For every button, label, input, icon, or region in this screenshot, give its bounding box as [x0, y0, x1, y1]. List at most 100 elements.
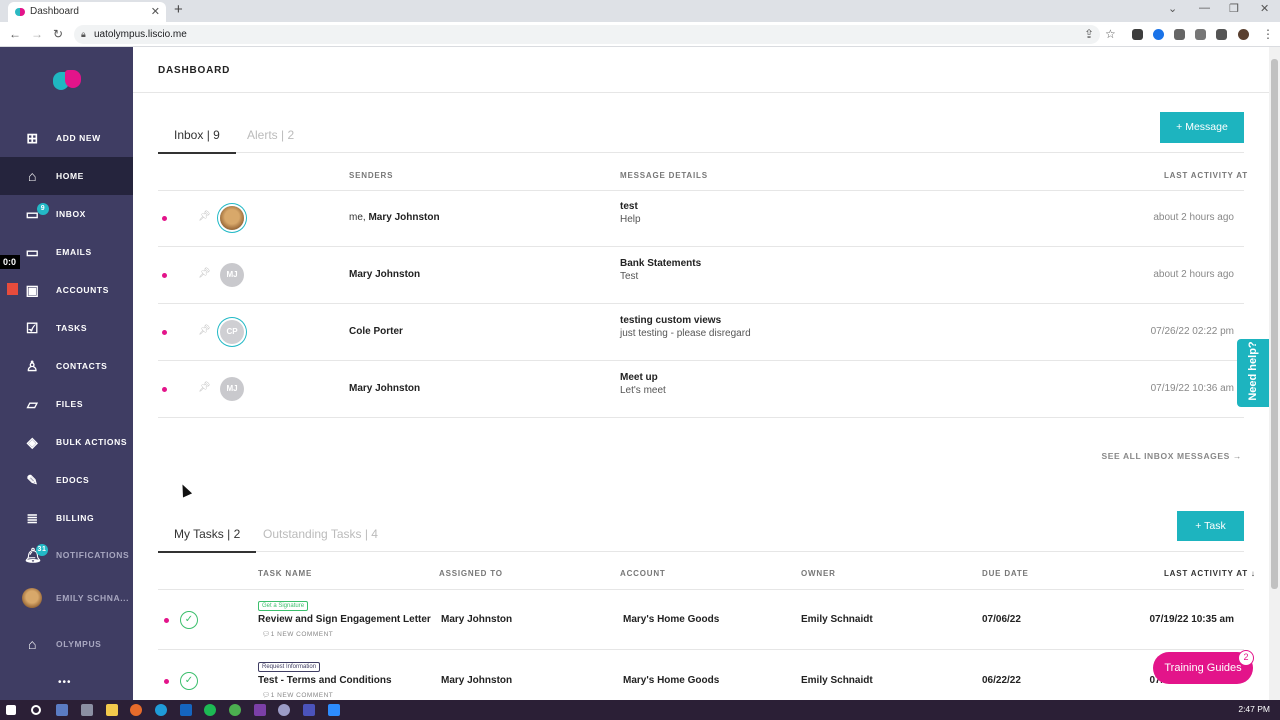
sidebar-item-label: NOTIFICATIONS [56, 550, 130, 560]
sidebar-item-contacts[interactable]: ♙ CONTACTS [0, 347, 133, 385]
new-message-button[interactable]: + Message [1160, 112, 1244, 143]
complete-check-icon[interactable]: ✓ [180, 672, 198, 690]
share-icon[interactable]: ⇪ [1084, 27, 1094, 41]
sidebar-item-label: EMILY SCHNA... [56, 593, 130, 603]
chevron-down-icon[interactable]: ⌄ [1168, 2, 1177, 15]
teams-icon[interactable] [303, 704, 315, 716]
file-explorer-icon[interactable] [106, 704, 118, 716]
sidebar-item-bulk-actions[interactable]: ◈ BULK ACTIONS [0, 423, 133, 461]
column-header-owner: OWNER [801, 569, 836, 578]
message-subject: testing custom views [620, 315, 722, 326]
message-subject: test [620, 201, 638, 212]
tab-outstanding-tasks[interactable]: Outstanding Tasks | 4 [263, 516, 378, 552]
chrome-icon[interactable] [229, 704, 241, 716]
spotify-icon[interactable] [204, 704, 216, 716]
recording-timer: 0:0 [0, 255, 20, 269]
plus-square-icon: ⊞ [26, 130, 39, 146]
column-header-account: ACCOUNT [620, 569, 666, 578]
need-help-button[interactable]: Need help? [1237, 339, 1269, 407]
last-activity: 07/19/22 10:36 am [1150, 383, 1234, 394]
forward-icon[interactable]: → [31, 27, 43, 41]
bookmark-star-icon[interactable]: ☆ [1105, 27, 1116, 41]
sidebar-item-files[interactable]: ▱ FILES [0, 385, 133, 423]
back-icon[interactable]: ← [9, 27, 21, 41]
scrollbar-thumb[interactable] [1271, 59, 1278, 589]
sidebar-item-add-new[interactable]: ⊞ ADD NEW [0, 119, 133, 157]
lock-icon: 🔒︎ [81, 29, 86, 39]
assigned-to: Mary Johnston [441, 675, 513, 686]
profile-avatar[interactable] [1238, 29, 1249, 40]
minimize-icon[interactable]: — [1199, 2, 1210, 14]
message-preview: just testing - please disregard [620, 328, 751, 339]
browser-tab[interactable]: Dashboard ✕ [8, 2, 166, 22]
close-tab-icon[interactable]: ✕ [151, 2, 160, 22]
liscio-logo[interactable] [53, 70, 83, 90]
sidebar-item-label: ACCOUNTS [56, 285, 109, 295]
pin-icon[interactable]: 📌︎ [198, 268, 211, 279]
sidebar-item-label: FILES [56, 399, 84, 409]
pin-icon[interactable]: 📌︎ [198, 211, 211, 222]
reload-icon[interactable]: ↻ [53, 27, 63, 41]
onenote-icon[interactable] [254, 704, 266, 716]
url-field[interactable]: 🔒︎ uatolympus.liscio.me [74, 25, 1100, 44]
column-header-last-activity-sorted[interactable]: LAST ACTIVITY AT ↓ [1164, 569, 1256, 578]
sidebar-item-label: EMAILS [56, 247, 92, 257]
page-scrollbar[interactable] [1269, 47, 1280, 700]
outlook-icon[interactable] [180, 704, 192, 716]
sidebar-item-label: EDOCS [56, 475, 90, 485]
sidebar-item-home[interactable]: ⌂ HOME [0, 157, 133, 195]
taskview-icon[interactable] [56, 704, 68, 716]
tab-alerts[interactable]: Alerts | 2 [247, 117, 294, 153]
unread-dot [164, 618, 169, 623]
task-name[interactable]: Review and Sign Engagement Letter [258, 614, 431, 625]
sidebar-item-tasks[interactable]: ☑ TASKS [0, 309, 133, 347]
kebab-menu-icon[interactable]: ⋮ [1262, 27, 1274, 41]
zoom-icon[interactable] [328, 704, 340, 716]
message-preview: Let's meet [620, 385, 666, 396]
more-options-icon[interactable]: ••• [58, 677, 72, 688]
unread-dot [162, 216, 167, 221]
restore-icon[interactable]: ❐ [1229, 2, 1239, 15]
message-row[interactable]: 📌︎ CP Cole Porter testing custom views j… [158, 304, 1244, 361]
app-icon[interactable] [81, 704, 93, 716]
message-row[interactable]: 📌︎ MJ Mary Johnston Bank Statements Test… [158, 247, 1244, 304]
reading-list-icon[interactable] [1195, 29, 1206, 40]
sidebar-item-label: BULK ACTIONS [56, 437, 128, 447]
new-task-button[interactable]: + Task [1177, 511, 1244, 541]
message-row[interactable]: 📌︎ MJ Mary Johnston Meet up Let's meet 0… [158, 361, 1244, 418]
tab-inbox[interactable]: Inbox | 9 [158, 117, 236, 154]
sidebar-item-accounts[interactable]: ▣ ACCOUNTS [0, 271, 133, 309]
sidebar-item-billing[interactable]: ≣ BILLING [0, 499, 133, 537]
extension-icon[interactable] [1132, 29, 1143, 40]
sidebar-item-profile[interactable]: EMILY SCHNA... [0, 579, 133, 617]
firefox-icon[interactable] [130, 704, 142, 716]
task-type-tag: Request Information [258, 662, 321, 672]
account: Mary's Home Goods [623, 675, 720, 686]
windows-start-icon[interactable] [6, 705, 16, 715]
sender-prefix: me, [349, 212, 369, 223]
message-row[interactable]: 📌︎ me, Mary Johnston test Help about 2 h… [158, 190, 1244, 247]
puzzle-icon[interactable] [1174, 29, 1185, 40]
sidebar-item-edocs[interactable]: ✎ EDOCS [0, 461, 133, 499]
app-icon[interactable] [278, 704, 290, 716]
window-close-icon[interactable]: ✕ [1260, 2, 1269, 15]
sender-bold: Cole Porter [349, 326, 403, 337]
sidebar-item-olympus[interactable]: ⌂ OLYMPUS [0, 625, 133, 663]
new-tab-icon[interactable]: + [174, 1, 183, 18]
unread-dot [164, 679, 169, 684]
pin-icon[interactable]: 📌︎ [198, 325, 211, 336]
sidebar-item-inbox[interactable]: ▭ 9 INBOX [0, 195, 133, 233]
sidebar-item-notifications[interactable]: 🔔︎ 31 NOTIFICATIONS [0, 536, 133, 574]
extension-icon[interactable] [1153, 29, 1164, 40]
see-all-inbox-link[interactable]: SEE ALL INBOX MESSAGES → [1101, 451, 1242, 461]
need-help-label: Need help? [1247, 341, 1259, 401]
complete-check-icon[interactable]: ✓ [180, 611, 198, 629]
edge-icon[interactable] [155, 704, 167, 716]
task-name[interactable]: Test - Terms and Conditions [258, 675, 392, 686]
search-icon[interactable] [31, 705, 41, 715]
pin-icon[interactable]: 📌︎ [198, 382, 211, 393]
task-row[interactable]: ✓ Get a Signature Review and Sign Engage… [158, 589, 1244, 650]
sender-name: Cole Porter [349, 326, 403, 337]
tab-my-tasks[interactable]: My Tasks | 2 [158, 516, 257, 553]
side-panel-icon[interactable] [1216, 29, 1227, 40]
